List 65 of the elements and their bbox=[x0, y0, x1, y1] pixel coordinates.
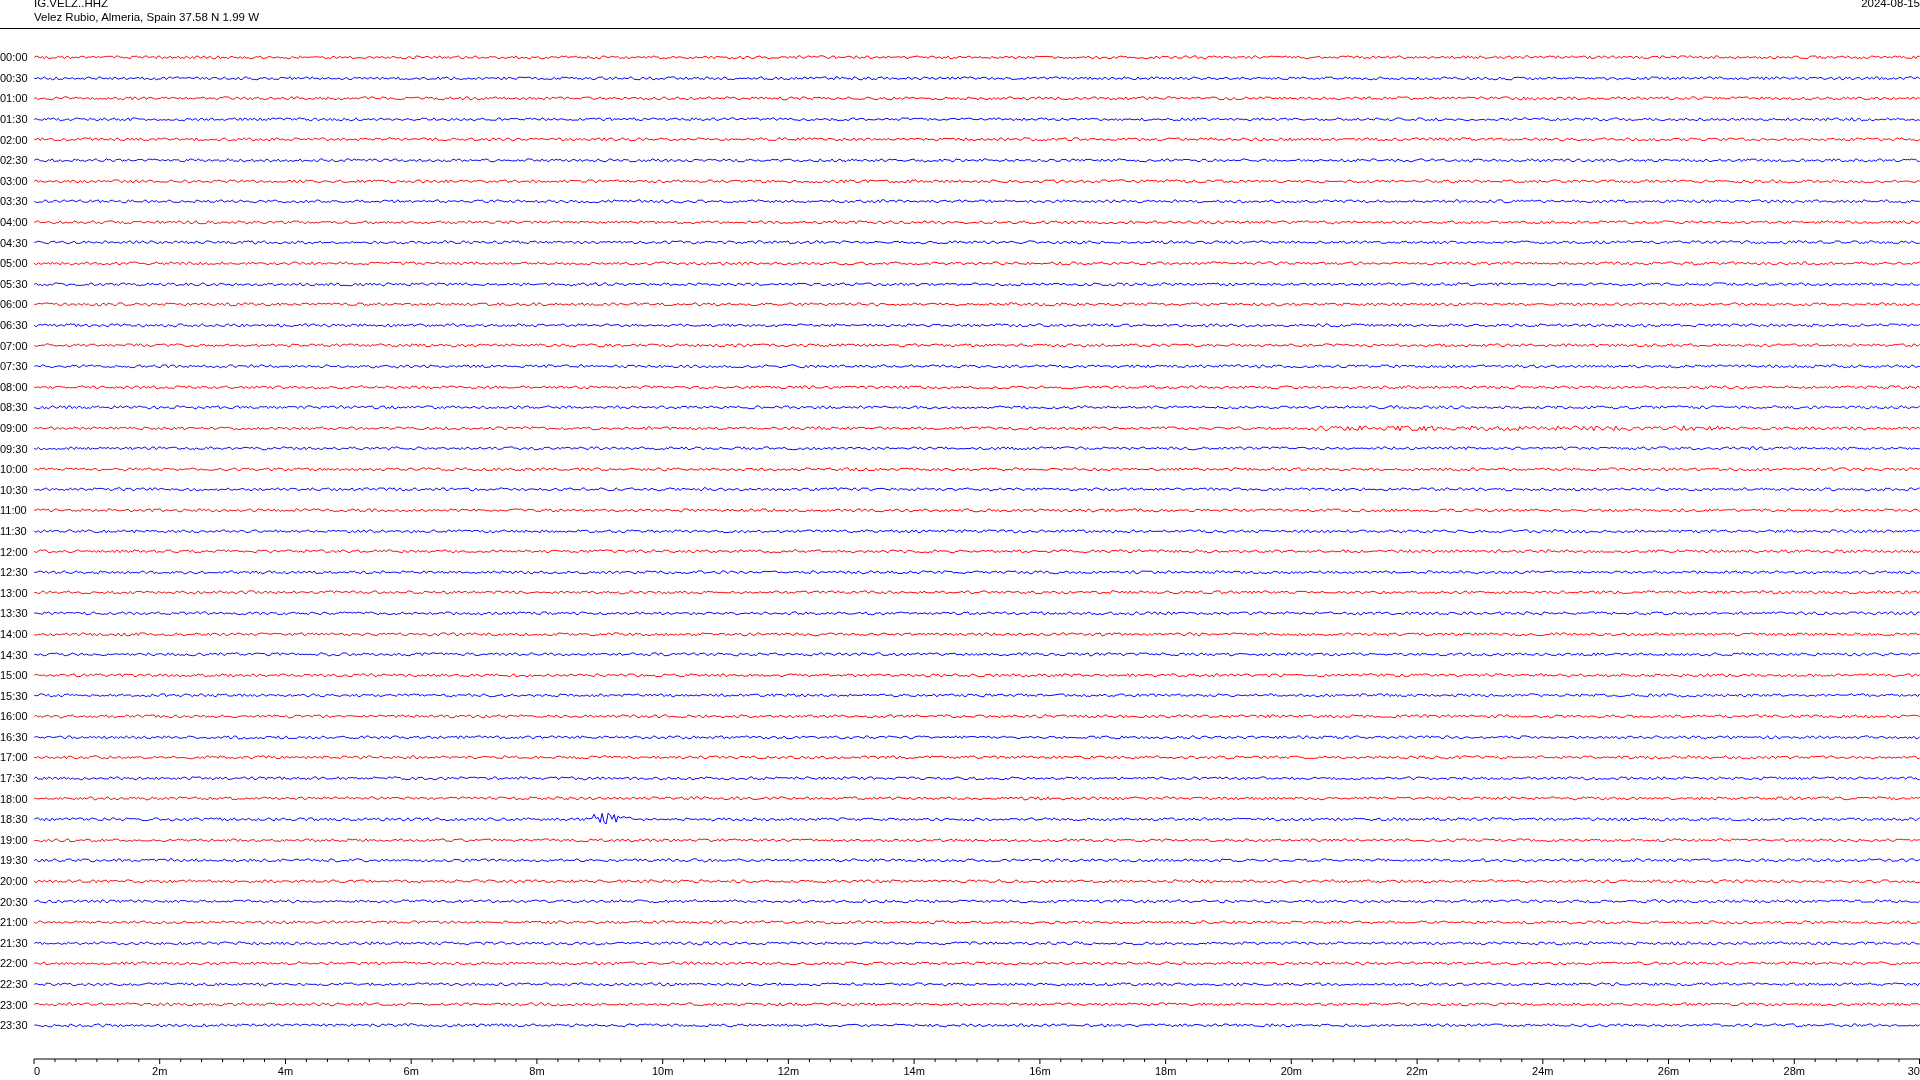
time-label: 04:30 bbox=[0, 236, 29, 249]
time-label: 18:00 bbox=[0, 792, 29, 805]
axis-label: 30 bbox=[1907, 1064, 1920, 1077]
time-label: 19:00 bbox=[0, 833, 29, 846]
axis-label: 8m bbox=[529, 1064, 545, 1077]
time-label: 07:30 bbox=[0, 360, 29, 373]
time-label: 22:30 bbox=[0, 978, 29, 990]
time-label: 16:30 bbox=[0, 730, 29, 743]
time-label: 20:30 bbox=[0, 895, 29, 908]
time-label: 02:30 bbox=[0, 154, 29, 167]
axis-label: 12m bbox=[777, 1064, 800, 1077]
axis-label: 2m bbox=[152, 1064, 168, 1077]
time-label: 12:30 bbox=[0, 566, 29, 579]
time-label: 23:00 bbox=[0, 998, 29, 1011]
time-label: 03:30 bbox=[0, 195, 29, 208]
time-label: 02:00 bbox=[0, 133, 29, 146]
station-location: Velez Rubio, Almeria, Spain 37.58 N 1.99 W bbox=[34, 10, 259, 24]
axis-label: 14m bbox=[903, 1064, 925, 1077]
axis-label: 16m bbox=[1029, 1064, 1051, 1077]
time-label: 06:30 bbox=[0, 319, 29, 331]
time-label: 04:00 bbox=[0, 216, 29, 229]
time-label: 18:30 bbox=[0, 813, 29, 826]
time-label: 16:00 bbox=[0, 710, 29, 723]
time-label: 11:00 bbox=[0, 504, 28, 517]
time-label: 17:30 bbox=[0, 772, 29, 785]
time-label: 11:30 bbox=[0, 524, 28, 537]
time-label: 14:30 bbox=[0, 648, 29, 661]
time-label: 08:00 bbox=[0, 380, 29, 393]
time-label: 15:00 bbox=[0, 669, 29, 682]
time-label: 10:00 bbox=[0, 463, 29, 476]
time-label: 15:30 bbox=[0, 689, 29, 702]
time-label: 12:00 bbox=[0, 545, 29, 558]
time-label: 13:00 bbox=[0, 586, 29, 599]
axis-label: 10m bbox=[651, 1064, 674, 1077]
axis-label: 24m bbox=[1532, 1064, 1554, 1077]
axis-label: 18m bbox=[1154, 1064, 1177, 1077]
axis-label: 4m bbox=[277, 1064, 294, 1077]
time-label: 14:00 bbox=[0, 627, 29, 640]
time-label: 17:00 bbox=[0, 751, 29, 764]
time-label: 09:00 bbox=[0, 422, 29, 434]
axis-label: 20m bbox=[1280, 1064, 1303, 1077]
time-label: 06:00 bbox=[0, 298, 29, 311]
time-label: 19:30 bbox=[0, 854, 29, 867]
time-label: 03:00 bbox=[0, 174, 29, 187]
time-label: 20:00 bbox=[0, 875, 29, 888]
time-label: 07:00 bbox=[0, 339, 29, 352]
axis-label: 28m bbox=[1783, 1064, 1805, 1077]
time-label: 13:30 bbox=[0, 607, 29, 620]
axis-label: 0 bbox=[34, 1064, 41, 1077]
time-label: 05:00 bbox=[0, 257, 29, 270]
time-label: 22:00 bbox=[0, 957, 29, 970]
time-label: 05:30 bbox=[0, 277, 29, 290]
time-label: 01:30 bbox=[0, 113, 29, 126]
time-label: 09:30 bbox=[0, 442, 29, 455]
axis-label: 22m bbox=[1406, 1064, 1428, 1077]
time-label: 21:00 bbox=[0, 916, 29, 929]
time-label: 21:30 bbox=[0, 936, 29, 949]
time-label: 00:00 bbox=[0, 51, 29, 64]
time-label: 08:30 bbox=[0, 401, 29, 414]
axis-label: 26m bbox=[1657, 1064, 1680, 1077]
time-label: 23:30 bbox=[0, 1019, 29, 1032]
time-label: 01:00 bbox=[0, 92, 29, 105]
time-label: 10:30 bbox=[0, 483, 29, 496]
time-label: 00:30 bbox=[0, 71, 29, 84]
axis-label: 6m bbox=[403, 1064, 419, 1077]
